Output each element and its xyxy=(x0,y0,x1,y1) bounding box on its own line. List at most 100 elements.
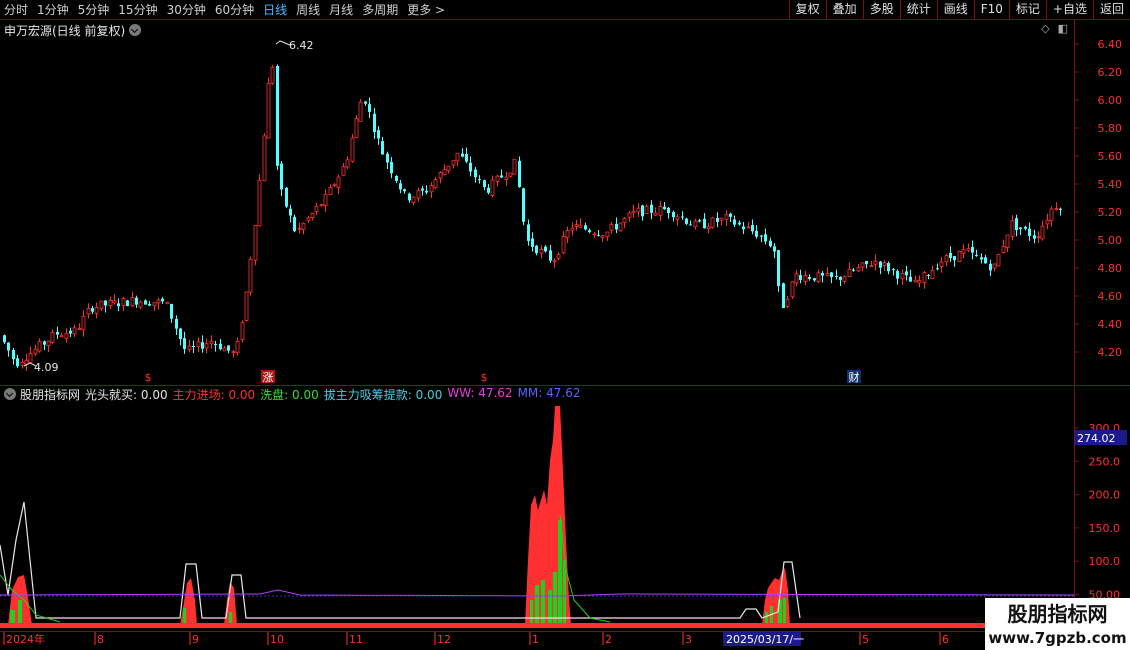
candle-body xyxy=(7,342,10,351)
candle-body xyxy=(345,159,350,168)
candle-body xyxy=(183,338,186,350)
candle-body xyxy=(892,269,895,271)
candle-body xyxy=(219,343,222,350)
candle-body xyxy=(201,342,204,349)
watermark-line2: www.7gpzb.com xyxy=(988,629,1127,647)
candle-body xyxy=(50,332,55,343)
candle-body xyxy=(161,298,164,302)
candle-body xyxy=(835,276,838,278)
date-label: 1 xyxy=(532,633,539,646)
candle-body xyxy=(539,248,544,254)
candle-body xyxy=(980,257,983,260)
candle-body xyxy=(760,235,763,237)
candle-body xyxy=(465,154,468,162)
indicator-item-0: 光头就买: 0.00 xyxy=(85,387,168,402)
candle-body xyxy=(350,137,355,162)
wash-bar xyxy=(783,598,786,625)
candle-body xyxy=(179,328,182,340)
candle-body xyxy=(262,135,267,182)
date-label: 10 xyxy=(270,633,284,646)
candle-body xyxy=(782,283,785,309)
candle-body xyxy=(235,340,240,354)
candle-body xyxy=(461,153,464,157)
candle-body xyxy=(570,227,575,231)
candle-body xyxy=(1033,235,1036,239)
candle-body xyxy=(33,348,38,355)
candle-body xyxy=(636,207,641,213)
candle-body xyxy=(411,196,416,203)
candle-body xyxy=(527,224,530,241)
candle-body xyxy=(240,322,245,340)
wash-bar xyxy=(530,600,533,625)
candle-body xyxy=(738,222,741,225)
candle-body xyxy=(358,101,363,122)
date-label: 3 xyxy=(685,633,692,646)
candle-body xyxy=(556,254,561,259)
candle-body xyxy=(930,269,935,279)
indicator-dropdown-icon[interactable] xyxy=(4,388,16,400)
candle-body xyxy=(879,261,882,268)
candle-body xyxy=(856,267,861,272)
candle-body xyxy=(644,205,649,215)
candle-body xyxy=(653,212,658,216)
wash-bar xyxy=(548,590,552,625)
candle-body xyxy=(91,308,94,312)
candle-body xyxy=(860,262,865,268)
candle-body xyxy=(104,300,107,306)
candle-body xyxy=(957,250,962,263)
candle-body xyxy=(808,277,811,279)
candle-body xyxy=(905,271,908,276)
wash-bar xyxy=(10,610,15,625)
candle-body xyxy=(3,335,6,343)
main-force-area xyxy=(180,578,197,625)
candle-body xyxy=(839,276,842,280)
candle-body xyxy=(777,250,780,286)
candle-body xyxy=(94,306,99,314)
watermark-line1: 股朋指标网 xyxy=(1007,602,1108,626)
candle-body xyxy=(689,224,692,226)
kline-chart[interactable]: 6.40 6.20 6.00 5.80 5.60 5.40 5.20 5.00 4.80 4.60… xyxy=(0,0,1130,650)
price-tick-label: 5.40 xyxy=(1098,178,1123,191)
price-tick-label: 5.80 xyxy=(1098,122,1123,135)
candle-body xyxy=(165,301,170,305)
low-price-label: 4.09 xyxy=(34,361,59,374)
candle-body xyxy=(658,206,663,216)
candle-body xyxy=(69,330,72,334)
candle-body xyxy=(495,175,500,182)
candle-body xyxy=(1040,225,1045,240)
candle-body xyxy=(280,163,283,190)
candle-body xyxy=(847,268,852,277)
candle-body xyxy=(310,212,315,219)
candle-body xyxy=(615,223,618,230)
candle-body xyxy=(706,226,711,230)
date-label: 2 xyxy=(605,633,612,646)
candle-body xyxy=(578,224,583,228)
cursor-date-label: 2025/03/17/一 xyxy=(726,633,804,646)
candle-body xyxy=(825,273,830,277)
candle-body xyxy=(618,222,623,232)
candle-body xyxy=(364,101,367,104)
price-tick-label: 5.00 xyxy=(1098,234,1123,247)
candle-body xyxy=(927,275,930,277)
candle-body xyxy=(909,276,912,282)
candle-body xyxy=(597,234,600,236)
candle-body xyxy=(253,225,258,261)
candle-body xyxy=(1036,236,1041,239)
indicator-tick-label: 200.0 xyxy=(1089,489,1121,502)
candle-body xyxy=(552,260,557,263)
candle-body xyxy=(631,210,636,214)
candle-body xyxy=(1015,218,1018,231)
candle-body xyxy=(20,361,25,366)
candle-body xyxy=(971,246,974,253)
site-watermark: 股朋指标网 www.7gpzb.com xyxy=(985,598,1130,650)
candle-body xyxy=(565,230,570,238)
event-marker: 财 xyxy=(849,370,860,384)
candle-body xyxy=(522,188,525,222)
candle-body xyxy=(433,179,438,189)
date-label: 2024年 xyxy=(6,632,45,646)
candle-body xyxy=(270,66,275,84)
candle-body xyxy=(408,193,411,201)
candle-body xyxy=(531,238,534,247)
high-price-label: 6.42 xyxy=(289,39,314,52)
candle-body xyxy=(112,300,117,304)
